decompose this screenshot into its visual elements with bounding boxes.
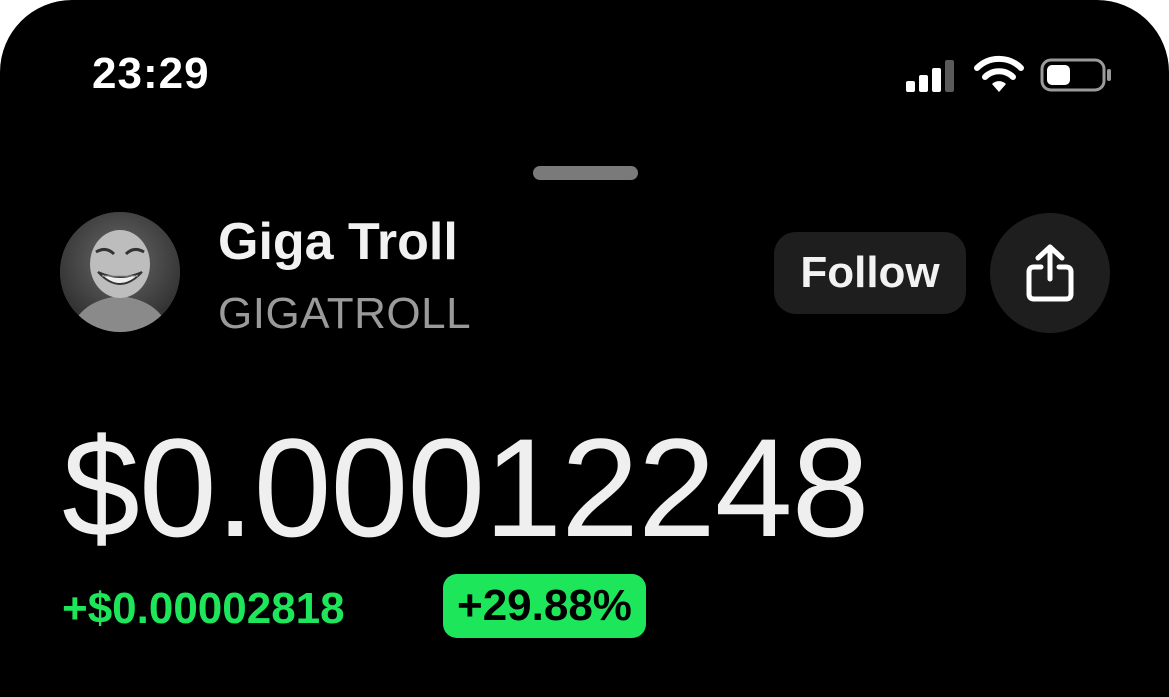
token-name: Giga Troll xyxy=(218,213,458,271)
troll-face-avatar xyxy=(60,212,180,332)
cellular-signal-icon xyxy=(906,58,956,92)
price-change-absolute: +$0.00002818 xyxy=(62,584,345,633)
share-button[interactable] xyxy=(990,213,1110,333)
token-price: $0.00012248 xyxy=(62,409,870,566)
wifi-icon xyxy=(974,55,1024,92)
battery-icon xyxy=(1040,58,1111,92)
follow-button[interactable]: Follow xyxy=(774,232,966,314)
token-symbol: GIGATROLL xyxy=(218,289,472,338)
status-bar-time: 23:29 xyxy=(92,49,210,98)
price-change-percent-badge: +29.88% xyxy=(443,574,646,638)
sheet-grabber-handle[interactable] xyxy=(533,166,638,180)
token-detail-screen: 23:29 Giga Troll GIGATROLL Follow $0.000… xyxy=(0,0,1169,697)
share-icon xyxy=(1026,244,1074,302)
